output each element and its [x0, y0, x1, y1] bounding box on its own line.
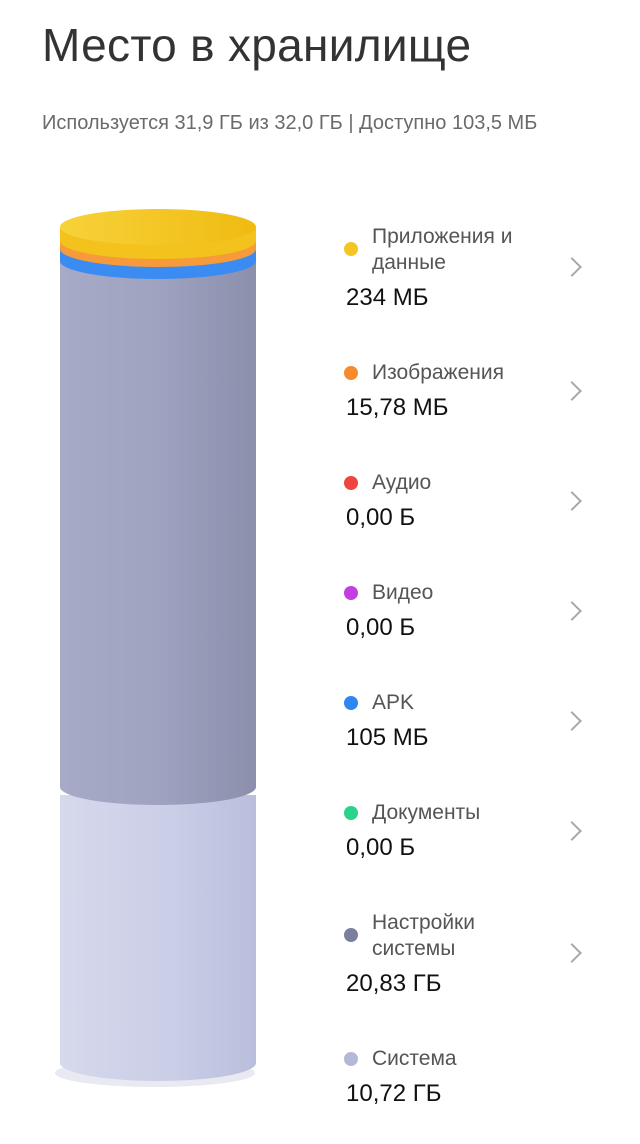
- category-value: 20,83 ГБ: [346, 970, 442, 997]
- category-video[interactable]: Видео 0,00 Б: [340, 580, 600, 646]
- chevron-right-icon: [562, 601, 582, 621]
- images-dot-icon: [344, 366, 358, 380]
- audio-dot-icon: [344, 476, 358, 490]
- category-value: 10,72 ГБ: [346, 1080, 442, 1107]
- category-label: Аудио: [372, 471, 432, 494]
- category-images[interactable]: Изображения 15,78 МБ: [340, 360, 600, 426]
- category-apps[interactable]: Приложения и данные 234 МБ: [340, 224, 600, 314]
- system-dot-icon: [344, 1052, 358, 1066]
- category-label: Приложения и данные: [372, 225, 513, 274]
- storage-cylinder-chart: [55, 209, 256, 1087]
- documents-dot-icon: [344, 806, 358, 820]
- category-audio[interactable]: Аудио 0,00 Б: [340, 470, 600, 536]
- chevron-right-icon: [562, 381, 582, 401]
- cylinder-top: [60, 209, 256, 245]
- category-value: 0,00 Б: [346, 504, 416, 531]
- chevron-right-icon: [562, 491, 582, 511]
- apk-dot-icon: [344, 696, 358, 710]
- apps-dot-icon: [344, 242, 358, 256]
- category-label: Изображения: [372, 361, 504, 384]
- segment-system-settings: [60, 261, 256, 805]
- category-value: 0,00 Б: [346, 834, 416, 861]
- category-label: Система: [372, 1047, 457, 1070]
- chevron-right-icon: [562, 943, 582, 963]
- segment-system: [60, 795, 256, 1081]
- category-value: 105 МБ: [346, 724, 429, 751]
- category-value: 234 МБ: [346, 284, 429, 311]
- category-system: Система 10,72 ГБ: [340, 1046, 600, 1112]
- category-label: Документы: [372, 801, 481, 824]
- category-label: Видео: [372, 581, 434, 604]
- category-label: Настройки системы: [372, 911, 475, 960]
- category-apk[interactable]: APK 105 МБ: [340, 690, 600, 756]
- category-system-settings[interactable]: Настройки системы 20,83 ГБ: [340, 910, 600, 1000]
- chevron-right-icon: [562, 711, 582, 731]
- chevron-right-icon: [562, 257, 582, 277]
- video-dot-icon: [344, 586, 358, 600]
- chevron-right-icon: [562, 821, 582, 841]
- category-documents[interactable]: Документы 0,00 Б: [340, 800, 600, 866]
- category-label: APK: [372, 691, 415, 714]
- category-value: 15,78 МБ: [346, 394, 449, 421]
- category-value: 0,00 Б: [346, 614, 416, 641]
- category-list: Приложения и данные 234 МБ Изображения 1…: [340, 0, 640, 1144]
- system-settings-dot-icon: [344, 928, 358, 942]
